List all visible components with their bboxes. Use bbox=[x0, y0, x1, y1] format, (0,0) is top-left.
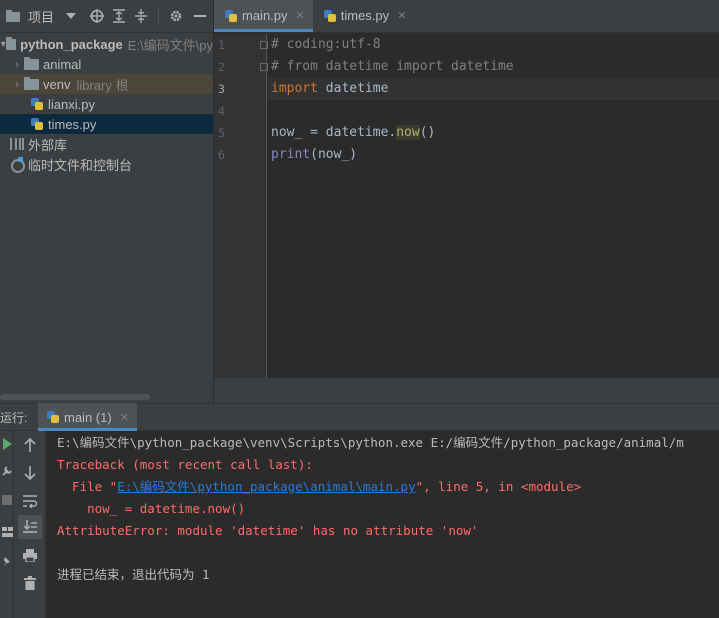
down-arrow-icon[interactable] bbox=[18, 461, 42, 485]
run-toolbar bbox=[14, 431, 46, 618]
run-side-strip bbox=[0, 431, 14, 618]
python-file-icon bbox=[224, 9, 238, 23]
close-icon[interactable]: ✕ bbox=[296, 9, 305, 22]
scroll-to-end-icon[interactable] bbox=[18, 515, 42, 539]
chevron-right-icon[interactable]: › bbox=[10, 79, 24, 90]
trash-icon[interactable] bbox=[18, 571, 42, 595]
console-exit: 进程已结束，退出代码为 1 bbox=[57, 567, 210, 582]
code-line: print(now_) bbox=[271, 147, 358, 162]
tab-label: main.py bbox=[242, 8, 288, 23]
tab-run-main[interactable]: main (1) ✕ bbox=[38, 403, 137, 431]
console-command: E:\编码文件\python_package\venv\Scripts\pyth… bbox=[57, 435, 684, 450]
library-icon bbox=[10, 138, 24, 150]
tab-main-py[interactable]: main.py ✕ bbox=[214, 0, 313, 32]
code-line: now_ = datetime.now() bbox=[271, 125, 436, 140]
dropdown-icon[interactable] bbox=[60, 5, 82, 27]
project-panel: 项目 ▾ python_package E:\编码文件\py › animal … bbox=[0, 0, 214, 403]
close-icon[interactable]: ✕ bbox=[120, 411, 129, 424]
folder-icon bbox=[6, 36, 17, 50]
tree-item-python-package[interactable]: ▾ python_package E:\编码文件\py bbox=[0, 34, 213, 54]
rerun-icon[interactable] bbox=[0, 433, 14, 455]
line-number: 6 bbox=[218, 148, 225, 162]
tree-item-external-libraries[interactable]: 外部库 bbox=[0, 134, 213, 154]
gear-icon[interactable] bbox=[165, 5, 187, 27]
folder-icon bbox=[24, 56, 39, 70]
tree-item-label: times.py bbox=[48, 116, 97, 132]
line-number: 1 bbox=[218, 38, 225, 52]
scratch-icon bbox=[10, 157, 25, 173]
run-panel-header: 运行: main (1) ✕ bbox=[0, 403, 719, 431]
locate-icon[interactable] bbox=[86, 5, 108, 27]
pin-icon[interactable] bbox=[0, 551, 14, 573]
tree-item-label: venv bbox=[43, 76, 71, 92]
tree-item-venv[interactable]: › venv library 根 bbox=[0, 74, 213, 94]
chevron-right-icon[interactable]: › bbox=[10, 59, 24, 70]
run-label: 运行: bbox=[0, 410, 28, 425]
console-traceback: Traceback (most recent call last): bbox=[57, 457, 313, 472]
tree-item-label: python_package bbox=[20, 36, 123, 52]
code-editor[interactable]: # coding:utf-8 # from datetime import da… bbox=[266, 34, 719, 378]
console-file-link[interactable]: E:\编码文件\python_package\animal\main.py bbox=[117, 479, 415, 494]
tree-item-label: 临时文件和控制台 bbox=[28, 157, 133, 173]
wrench-icon[interactable] bbox=[0, 459, 14, 481]
expand-all-icon[interactable] bbox=[108, 5, 130, 27]
code-line-current: import datetime bbox=[267, 78, 719, 100]
line-number: 2 bbox=[218, 60, 225, 74]
up-arrow-icon[interactable] bbox=[18, 433, 42, 457]
python-file-icon bbox=[30, 117, 44, 131]
folder-icon bbox=[24, 76, 39, 90]
tree-item-times[interactable]: times.py bbox=[0, 114, 213, 134]
close-icon[interactable]: ✕ bbox=[397, 9, 406, 22]
wrap-icon[interactable] bbox=[18, 489, 42, 513]
project-panel-title[interactable]: 项目 bbox=[28, 7, 54, 26]
editor-bottom-bar bbox=[214, 378, 719, 403]
print-icon[interactable] bbox=[18, 543, 42, 567]
console-code-line: now_ = datetime.now() bbox=[57, 501, 246, 516]
python-file-icon bbox=[323, 9, 337, 23]
editor-tabs: main.py ✕ times.py ✕ bbox=[214, 0, 719, 33]
console-file-line: File "E:\编码文件\python_package\animal\main… bbox=[57, 479, 582, 494]
project-toolbar: 项目 bbox=[0, 0, 213, 33]
line-number: 3 bbox=[218, 82, 225, 96]
editor: main.py ✕ times.py ✕ 1 2 3 4 5 6 # codin… bbox=[214, 0, 719, 403]
horizontal-scrollbar[interactable] bbox=[0, 394, 150, 400]
code-line: # coding:utf-8 bbox=[271, 37, 381, 52]
tree-item-label: 外部库 bbox=[28, 137, 68, 153]
python-file-icon bbox=[46, 410, 60, 424]
run-console[interactable]: E:\编码文件\python_package\venv\Scripts\pyth… bbox=[47, 431, 719, 618]
tab-label: times.py bbox=[340, 8, 390, 23]
line-number: 4 bbox=[218, 104, 225, 118]
code-line: # from datetime import datetime bbox=[271, 59, 514, 74]
collapse-all-icon[interactable] bbox=[130, 5, 152, 27]
tree-item-label: animal bbox=[43, 56, 82, 72]
stop-icon[interactable] bbox=[0, 489, 14, 511]
tab-times-py[interactable]: times.py ✕ bbox=[313, 0, 415, 32]
python-file-icon bbox=[30, 97, 44, 111]
tree-item-lianxi[interactable]: lianxi.py bbox=[0, 94, 213, 114]
line-number: 5 bbox=[218, 126, 225, 140]
tree-item-path: E:\编码文件\py bbox=[127, 37, 213, 53]
console-blank bbox=[47, 542, 719, 564]
console-error: AttributeError: module 'datetime' has no… bbox=[57, 523, 479, 538]
run-tab-label: main (1) bbox=[64, 409, 112, 425]
tree-item-label: lianxi.py bbox=[48, 96, 95, 112]
minimize-icon[interactable] bbox=[189, 5, 211, 27]
tree-item-animal[interactable]: › animal bbox=[0, 54, 213, 74]
project-tree: ▾ python_package E:\编码文件\py › animal › v… bbox=[0, 33, 213, 174]
tree-item-scratches[interactable]: 临时文件和控制台 bbox=[0, 154, 213, 174]
tree-item-hint: library 根 bbox=[76, 77, 129, 93]
layout-icon[interactable] bbox=[0, 521, 14, 543]
line-gutter: 1 2 3 4 5 6 bbox=[214, 34, 268, 378]
folder-icon bbox=[2, 5, 24, 27]
